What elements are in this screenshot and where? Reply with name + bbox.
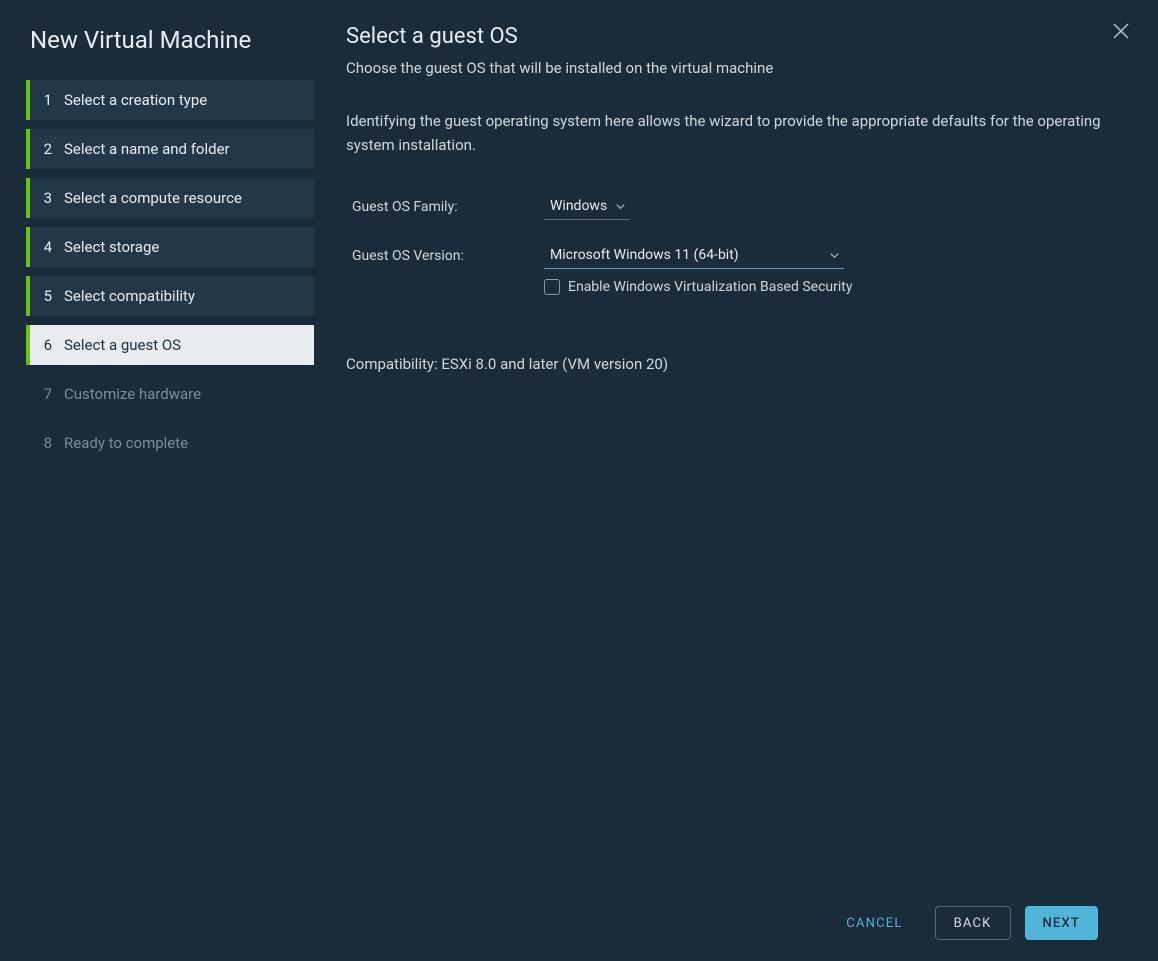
step-label: Select a name and folder — [64, 140, 230, 158]
chevron-down-icon — [615, 201, 626, 212]
step-label: Customize hardware — [64, 385, 201, 403]
step-ready-complete: 8 Ready to complete — [26, 423, 314, 463]
step-number: 1 — [30, 91, 64, 109]
guest-os-version-value: Microsoft Windows 11 (64-bit) — [550, 247, 739, 263]
wizard-footer: CANCEL BACK NEXT — [346, 885, 1122, 961]
guest-os-family-row: Guest OS Family: Windows — [352, 195, 1122, 220]
page-description: Identifying the guest operating system h… — [346, 109, 1122, 157]
guest-os-family-label: Guest OS Family: — [352, 195, 544, 215]
step-label: Select a guest OS — [64, 336, 181, 354]
enable-vbs-label: Enable Windows Virtualization Based Secu… — [568, 279, 852, 295]
guest-os-version-label: Guest OS Version: — [352, 244, 544, 264]
step-label: Select storage — [64, 238, 159, 256]
step-number: 7 — [30, 385, 64, 403]
guest-os-family-value: Windows — [550, 198, 607, 214]
guest-os-family-select[interactable]: Windows — [544, 195, 630, 220]
step-number: 6 — [30, 336, 64, 354]
enable-vbs-checkbox[interactable]: Enable Windows Virtualization Based Secu… — [544, 279, 1122, 295]
step-number: 4 — [30, 238, 64, 256]
wizard-main-panel: Select a guest OS Choose the guest OS th… — [316, 0, 1158, 961]
back-button[interactable]: BACK — [935, 906, 1011, 940]
cancel-button[interactable]: CANCEL — [828, 906, 920, 940]
step-number: 2 — [30, 140, 64, 158]
step-label: Select a creation type — [64, 91, 207, 109]
step-creation-type[interactable]: 1 Select a creation type — [26, 80, 314, 120]
step-storage[interactable]: 4 Select storage — [26, 227, 314, 267]
guest-os-version-row: Guest OS Version: Microsoft Windows 11 (… — [352, 244, 1122, 295]
step-number: 5 — [30, 287, 64, 305]
step-compute-resource[interactable]: 3 Select a compute resource — [26, 178, 314, 218]
checkbox-icon — [544, 279, 560, 295]
step-label: Select compatibility — [64, 287, 195, 305]
next-button[interactable]: NEXT — [1025, 906, 1099, 940]
close-icon — [1112, 22, 1130, 40]
step-number: 3 — [30, 189, 64, 207]
wizard-steps: 1 Select a creation type 2 Select a name… — [0, 80, 316, 463]
compatibility-text: Compatibility: ESXi 8.0 and later (VM ve… — [346, 355, 1122, 373]
step-compatibility[interactable]: 5 Select compatibility — [26, 276, 314, 316]
step-customize-hardware: 7 Customize hardware — [26, 374, 314, 414]
chevron-down-icon — [829, 250, 840, 261]
step-label: Select a compute resource — [64, 189, 242, 207]
page-subtitle: Choose the guest OS that will be install… — [346, 59, 1122, 77]
step-label: Ready to complete — [64, 434, 188, 452]
new-vm-wizard-dialog: New Virtual Machine 1 Select a creation … — [0, 0, 1158, 961]
step-name-folder[interactable]: 2 Select a name and folder — [26, 129, 314, 169]
step-number: 8 — [30, 434, 64, 452]
page-title: Select a guest OS — [346, 24, 1122, 49]
wizard-sidebar: New Virtual Machine 1 Select a creation … — [0, 0, 316, 961]
wizard-title: New Virtual Machine — [0, 18, 316, 80]
guest-os-version-select[interactable]: Microsoft Windows 11 (64-bit) — [544, 244, 844, 269]
step-guest-os[interactable]: 6 Select a guest OS — [26, 325, 314, 365]
close-button[interactable] — [1112, 22, 1136, 46]
